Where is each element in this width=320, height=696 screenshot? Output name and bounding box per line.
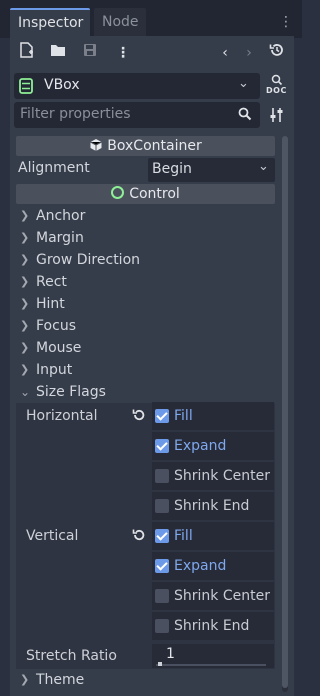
section-boxcontainer: BoxContainer — [16, 136, 275, 156]
stretch-ratio-spinbox[interactable]: 1 — [152, 644, 274, 668]
group-focus-label: Focus — [36, 318, 76, 334]
tab-node[interactable]: Node — [94, 8, 146, 36]
vertical-shrink-end-label: Shrink End — [174, 618, 250, 634]
group-mouse[interactable]: ❯ Mouse — [16, 337, 275, 359]
group-hint[interactable]: ❯ Hint — [16, 293, 275, 315]
group-size-flags-label: Size Flags — [36, 384, 106, 400]
revert-icon[interactable] — [131, 528, 147, 544]
alignment-value: Begin — [152, 161, 192, 177]
horizontal-label: Horizontal — [26, 408, 98, 424]
vertical-expand-checkbox[interactable]: Expand — [152, 552, 274, 580]
filter-placeholder: Filter properties — [20, 106, 131, 122]
section-control-label: Control — [129, 186, 180, 202]
chevron-right-icon: ❯ — [20, 341, 30, 354]
stretch-ratio-value: 1 — [166, 646, 175, 662]
section-boxcontainer-label: BoxContainer — [107, 138, 202, 154]
dock-menu-icon[interactable]: ⋮ — [276, 12, 296, 32]
chevron-left-icon[interactable]: ‹ — [214, 42, 236, 64]
group-input-label: Input — [36, 362, 73, 378]
revert-icon[interactable] — [131, 408, 147, 424]
object-select-dropdown[interactable]: VBox ⌄ — [14, 73, 260, 99]
box-icon — [89, 138, 103, 158]
checkbox-checked-icon — [155, 559, 169, 573]
search-icon — [270, 74, 284, 86]
save-icon[interactable] — [79, 42, 101, 64]
vertical-fill-checkbox[interactable]: Fill — [152, 522, 274, 550]
vertical-shrink-center-label: Shrink Center — [174, 588, 270, 604]
open-documentation-button[interactable]: DOC — [266, 74, 288, 98]
checkbox-checked-icon — [155, 439, 169, 453]
horizontal-expand-label: Expand — [174, 438, 227, 454]
search-icon — [238, 107, 252, 125]
group-input[interactable]: ❯ Input — [16, 359, 275, 381]
history-icon[interactable] — [266, 42, 288, 64]
chevron-right-icon: ❯ — [20, 319, 30, 332]
property-settings-icon[interactable] — [268, 106, 286, 124]
chevron-right-icon: ❯ — [20, 673, 30, 686]
group-anchor-label: Anchor — [36, 208, 86, 224]
horizontal-expand-checkbox[interactable]: Expand — [152, 432, 274, 460]
chevron-right-icon: ❯ — [20, 231, 30, 244]
filter-properties-input[interactable]: Filter properties — [14, 102, 260, 128]
group-grow-direction-label: Grow Direction — [36, 252, 141, 268]
group-focus[interactable]: ❯ Focus — [16, 315, 275, 337]
vbox-icon — [19, 78, 33, 98]
group-anchor[interactable]: ❯ Anchor — [16, 205, 275, 227]
chevron-right-icon: ❯ — [20, 297, 30, 310]
group-margin-label: Margin — [36, 230, 84, 246]
tab-inspector[interactable]: Inspector — [10, 8, 90, 36]
section-control: Control — [16, 184, 275, 204]
chevron-right-icon: ❯ — [20, 363, 30, 376]
folder-icon[interactable] — [47, 42, 69, 64]
chevron-right-icon: ❯ — [20, 275, 30, 288]
stretch-ratio-slider-grabber[interactable] — [158, 662, 162, 666]
new-resource-icon[interactable] — [16, 42, 38, 64]
chevron-right-icon: ❯ — [20, 209, 30, 222]
checkbox-unchecked-icon — [155, 619, 169, 633]
chevron-down-icon: ⌄ — [238, 76, 249, 91]
group-mouse-label: Mouse — [36, 340, 82, 356]
checkbox-checked-icon — [155, 409, 169, 423]
control-icon — [111, 186, 125, 199]
vertical-label: Vertical — [26, 528, 79, 544]
chevron-down-icon: ⌄ — [20, 385, 31, 399]
group-margin[interactable]: ❯ Margin — [16, 227, 275, 249]
vertical-expand-label: Expand — [174, 558, 227, 574]
stretch-ratio-slider-track[interactable] — [156, 664, 266, 666]
horizontal-shrink-end-checkbox[interactable]: Shrink End — [152, 492, 274, 520]
group-theme-label: Theme — [36, 672, 85, 688]
group-rect-label: Rect — [36, 274, 67, 290]
scrollbar-thumb[interactable] — [282, 136, 288, 688]
horizontal-shrink-end-label: Shrink End — [174, 498, 250, 514]
alignment-dropdown[interactable]: Begin ⌄ — [148, 158, 275, 182]
group-theme[interactable]: ❯ Theme — [16, 669, 275, 691]
chevron-right-icon[interactable]: › — [238, 42, 260, 64]
group-grow-direction[interactable]: ❯ Grow Direction — [16, 249, 275, 271]
doc-label: DOC — [266, 86, 287, 95]
chevron-down-icon: ⌄ — [258, 159, 269, 174]
vertical-shrink-center-checkbox[interactable]: Shrink Center — [152, 582, 274, 610]
group-rect[interactable]: ❯ Rect — [16, 271, 275, 293]
vertical-shrink-end-checkbox[interactable]: Shrink End — [152, 612, 274, 640]
horizontal-shrink-center-label: Shrink Center — [174, 468, 270, 484]
stretch-ratio-label: Stretch Ratio — [26, 648, 117, 664]
horizontal-fill-checkbox[interactable]: Fill — [152, 402, 274, 430]
checkbox-unchecked-icon — [155, 589, 169, 603]
horizontal-shrink-center-checkbox[interactable]: Shrink Center — [152, 462, 274, 490]
group-size-flags[interactable]: ⌄ Size Flags — [16, 381, 275, 403]
chevron-right-icon: ❯ — [20, 253, 30, 266]
checkbox-unchecked-icon — [155, 469, 169, 483]
group-hint-label: Hint — [36, 296, 65, 312]
horizontal-fill-label: Fill — [174, 408, 193, 424]
kebab-menu-icon[interactable]: ⋮ — [112, 42, 134, 64]
checkbox-unchecked-icon — [155, 499, 169, 513]
alignment-label: Alignment — [18, 160, 90, 176]
checkbox-checked-icon — [155, 529, 169, 543]
object-select-value: VBox — [44, 77, 80, 93]
vertical-fill-label: Fill — [174, 528, 193, 544]
